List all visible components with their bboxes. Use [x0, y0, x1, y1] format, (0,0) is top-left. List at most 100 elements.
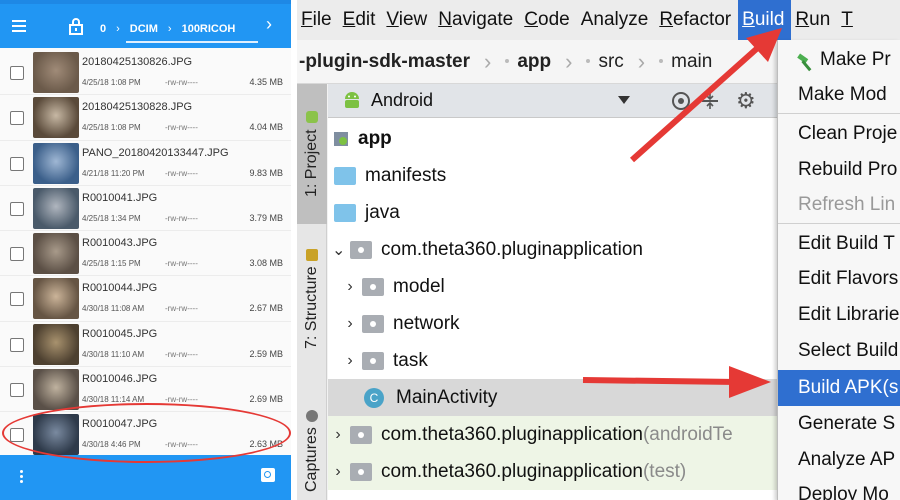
tab-structure-label: 7: Structure: [303, 266, 320, 350]
file-checkbox[interactable]: [10, 292, 24, 307]
tab-project[interactable]: 1: Project: [297, 84, 327, 224]
file-checkbox[interactable]: [10, 111, 24, 126]
scroll-from-source-icon[interactable]: [672, 92, 690, 110]
side-tool-window-bar: 1: Project 7: Structure Captures: [297, 84, 327, 500]
menu-analyze[interactable]: Analyze: [577, 0, 656, 40]
tab-captures[interactable]: Captures: [297, 402, 327, 500]
collapse-all-icon[interactable]: [700, 92, 720, 110]
file-row[interactable]: R0010045.JPG 4/30/18 11:10 AM -rw-rw---- 2.…: [0, 322, 291, 368]
project-view-toolbar: Android ⚙: [328, 84, 778, 118]
build-menu-item[interactable]: Make Mod: [778, 77, 900, 113]
dropdown-arrow-icon[interactable]: [618, 96, 630, 104]
tree-node-suffix: (test): [642, 460, 687, 482]
camera-icon: [306, 409, 318, 422]
build-menu-item[interactable]: Deploy Mo: [778, 477, 900, 500]
build-menu-item[interactable]: Edit Flavors: [778, 261, 900, 297]
menu-mnemonic: N: [438, 9, 452, 30]
overflow-menu-icon[interactable]: [20, 468, 26, 486]
breadcrumb-src[interactable]: src: [584, 51, 637, 73]
tab-structure[interactable]: 7: Structure: [297, 234, 327, 364]
file-row[interactable]: 20180425130826.JPG 4/25/18 1:08 PM -rw-rw-…: [0, 50, 291, 96]
file-row[interactable]: R0010044.JPG 4/30/18 11:08 AM -rw-rw---- 2.…: [0, 276, 291, 322]
file-checkbox[interactable]: [10, 247, 24, 262]
file-size: 4.35 MB: [249, 77, 283, 87]
tree-node-com-theta360-pluginapplication[interactable]: › com.theta360.pluginapplication (test): [328, 453, 778, 490]
menu-bar: File Edit View Navigate Code Analyze Refactor B…: [297, 0, 900, 40]
breadcrumb-main-label: main: [671, 50, 713, 72]
build-menu-item[interactable]: Select Build: [778, 333, 900, 369]
file-size: 2.59 MB: [249, 348, 283, 359]
build-menu-item[interactable]: Build APK(s: [778, 370, 900, 406]
tree-node-label: com.theta360.pluginapplication: [381, 238, 643, 260]
file-row[interactable]: PANO_20180420133447.JPG 4/21/18 11:20 PM -…: [0, 141, 291, 186]
build-menu-item[interactable]: Rebuild Pro: [778, 152, 900, 188]
menu-t[interactable]: T: [837, 0, 860, 40]
expand-caret-icon[interactable]: ›: [332, 426, 344, 444]
module-icon: [334, 131, 348, 146]
tree-node-app[interactable]: app: [328, 120, 778, 157]
file-permissions: -rw-rw----: [165, 168, 198, 178]
file-size: 2.69 MB: [249, 394, 283, 405]
tree-node-network[interactable]: › network: [328, 305, 778, 342]
tree-node-label: com.theta360.pluginapplication: [381, 423, 643, 445]
build-menu-item-label: Select Build: [798, 340, 899, 361]
file-checkbox[interactable]: [10, 201, 24, 216]
menu-view[interactable]: View: [382, 0, 434, 40]
menu-file[interactable]: File: [297, 0, 339, 40]
lock-icon[interactable]: [68, 17, 84, 35]
chevron-right-icon[interactable]: ›: [266, 14, 272, 35]
breadcrumb-project[interactable]: -plugin-sdk-master: [297, 51, 484, 73]
search-icon[interactable]: [261, 468, 275, 482]
build-menu-item[interactable]: Generate S: [778, 406, 900, 442]
breadcrumb-main[interactable]: main: [657, 51, 726, 73]
build-menu-item[interactable]: Edit Build T: [778, 226, 900, 262]
path-segment-dcim[interactable]: DCIM: [130, 23, 158, 35]
build-menu-item[interactable]: Analyze AP: [778, 442, 900, 478]
menu-mnemonic: C: [524, 9, 538, 30]
hamburger-menu-icon[interactable]: [12, 17, 34, 35]
build-menu-item[interactable]: Make Pr: [778, 42, 900, 78]
menu-run[interactable]: Run: [791, 0, 837, 40]
file-row[interactable]: 20180425130828.JPG 4/25/18 1:08 PM -rw-rw-…: [0, 95, 291, 141]
folder-dot-icon: [586, 59, 591, 64]
tree-node-java[interactable]: java: [328, 194, 778, 231]
file-checkbox[interactable]: [10, 66, 24, 80]
file-row[interactable]: R0010043.JPG 4/25/18 1:15 PM -rw-rw---- 3.0…: [0, 231, 291, 277]
path-segment-100ricoh[interactable]: 100RICOH: [182, 23, 236, 35]
menu-edit[interactable]: Edit: [339, 0, 383, 40]
file-size: 4.04 MB: [249, 122, 283, 133]
file-checkbox[interactable]: [10, 156, 24, 171]
breadcrumb-module[interactable]: app: [503, 51, 565, 73]
menu-code[interactable]: Code: [520, 0, 576, 40]
file-checkbox[interactable]: [10, 337, 24, 352]
path-separator: ›: [116, 23, 120, 35]
build-menu-item[interactable]: Edit Librarie: [778, 297, 900, 333]
menu-navigate[interactable]: Navigate: [434, 0, 520, 40]
file-checkbox[interactable]: [10, 383, 24, 398]
path-count[interactable]: 0: [100, 23, 106, 35]
tree-node-manifests[interactable]: manifests: [328, 157, 778, 194]
class-icon: C: [364, 387, 384, 408]
gear-icon[interactable]: ⚙: [736, 88, 756, 114]
menu-label-rest: avigate: [451, 9, 514, 30]
android-icon: [306, 111, 318, 124]
file-row[interactable]: R0010041.JPG 4/25/18 1:34 PM -rw-rw---- 3.7…: [0, 186, 291, 232]
menu-refactor[interactable]: Refactor: [655, 0, 738, 40]
path-breadcrumb[interactable]: 0 › DCIM › 100RICOH: [100, 14, 235, 44]
tree-node-com-theta360-pluginapplication[interactable]: › com.theta360.pluginapplication (android…: [328, 416, 778, 453]
tree-node-model[interactable]: › model: [328, 268, 778, 305]
build-menu-item[interactable]: Clean Proje: [778, 116, 900, 152]
expand-caret-icon[interactable]: ›: [344, 352, 356, 370]
expand-caret-icon[interactable]: ›: [344, 278, 356, 296]
file-size: 2.67 MB: [249, 303, 283, 314]
menu-build[interactable]: Build: [738, 0, 792, 40]
tree-node-task[interactable]: › task: [328, 342, 778, 379]
expand-caret-icon[interactable]: ›: [344, 315, 356, 333]
project-view-selector[interactable]: Android: [371, 90, 433, 111]
tree-node-com-theta360-pluginapplication[interactable]: ⌄ com.theta360.pluginapplication: [328, 231, 778, 268]
file-name: R0010041.JPG: [82, 191, 158, 204]
package-icon: [362, 351, 384, 370]
tree-node-mainactivity[interactable]: C MainActivity: [328, 379, 778, 416]
expand-caret-icon[interactable]: ›: [332, 463, 344, 481]
expand-caret-icon[interactable]: ⌄: [332, 240, 345, 260]
